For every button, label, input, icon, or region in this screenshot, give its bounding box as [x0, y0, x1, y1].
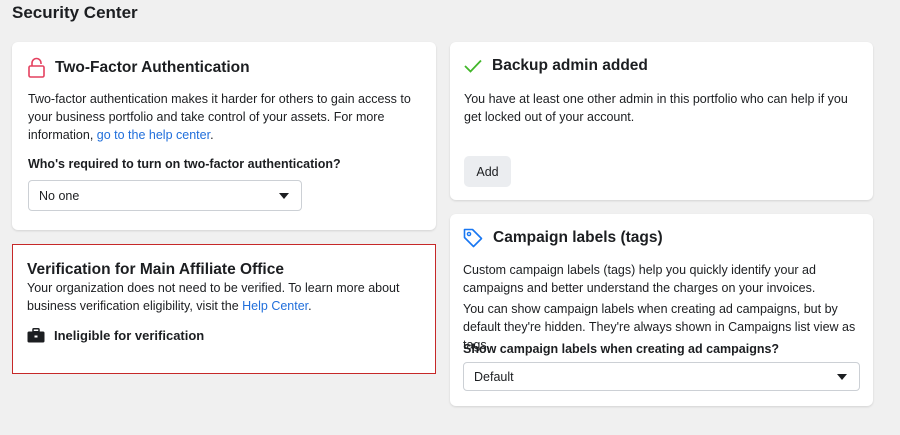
verification-help-center-link[interactable]: Help Center: [242, 299, 308, 313]
backup-admin-title: Backup admin added: [464, 57, 648, 75]
help-center-link[interactable]: go to the help center: [97, 128, 210, 142]
campaign-labels-selected-value: Default: [474, 369, 514, 384]
campaign-labels-card: Campaign labels (tags) Custom campaign l…: [450, 214, 873, 406]
backup-admin-title-text: Backup admin added: [492, 57, 648, 74]
verification-description-end: .: [308, 299, 312, 313]
add-admin-button[interactable]: Add: [464, 156, 511, 187]
chevron-down-icon: [837, 373, 847, 380]
page-title: Security Center: [12, 3, 138, 22]
two-factor-description-text: Two-factor authentication makes it harde…: [28, 92, 411, 142]
two-factor-question: Who's required to turn on two-factor aut…: [28, 157, 341, 171]
briefcase-icon: [27, 328, 45, 343]
verification-status: Ineligible for verification: [27, 328, 204, 343]
backup-admin-card: Backup admin added You have at least one…: [450, 42, 873, 200]
two-factor-description-end: .: [210, 128, 214, 142]
campaign-labels-title: Campaign labels (tags): [463, 228, 663, 248]
campaign-labels-question: Show campaign labels when creating ad ca…: [463, 342, 780, 356]
tag-icon: [463, 228, 483, 248]
two-factor-title: Two-Factor Authentication: [28, 57, 250, 78]
backup-admin-description: You have at least one other admin in thi…: [464, 92, 848, 124]
two-factor-card: Two-Factor Authentication Two-factor aut…: [12, 42, 436, 230]
campaign-labels-description-1: Custom campaign labels (tags) help you q…: [463, 263, 816, 295]
verification-title: Verification for Main Affiliate Office: [27, 261, 284, 278]
verification-description-text: Your organization does not need to be ve…: [27, 281, 400, 313]
two-factor-title-text: Two-Factor Authentication: [55, 58, 250, 76]
campaign-labels-select[interactable]: Default: [463, 362, 860, 391]
two-factor-description: Two-factor authentication makes it harde…: [28, 90, 423, 144]
checkmark-icon: [464, 59, 482, 73]
chevron-down-icon: [279, 192, 289, 199]
lock-icon: [28, 57, 45, 78]
verification-card: Verification for Main Affiliate Office Y…: [12, 244, 436, 374]
two-factor-selected-value: No one: [39, 188, 80, 203]
verification-description: Your organization does not need to be ve…: [27, 279, 417, 315]
campaign-labels-title-text: Campaign labels (tags): [493, 229, 663, 246]
verification-status-text: Ineligible for verification: [54, 328, 205, 343]
two-factor-requirement-select[interactable]: No one: [28, 180, 302, 211]
